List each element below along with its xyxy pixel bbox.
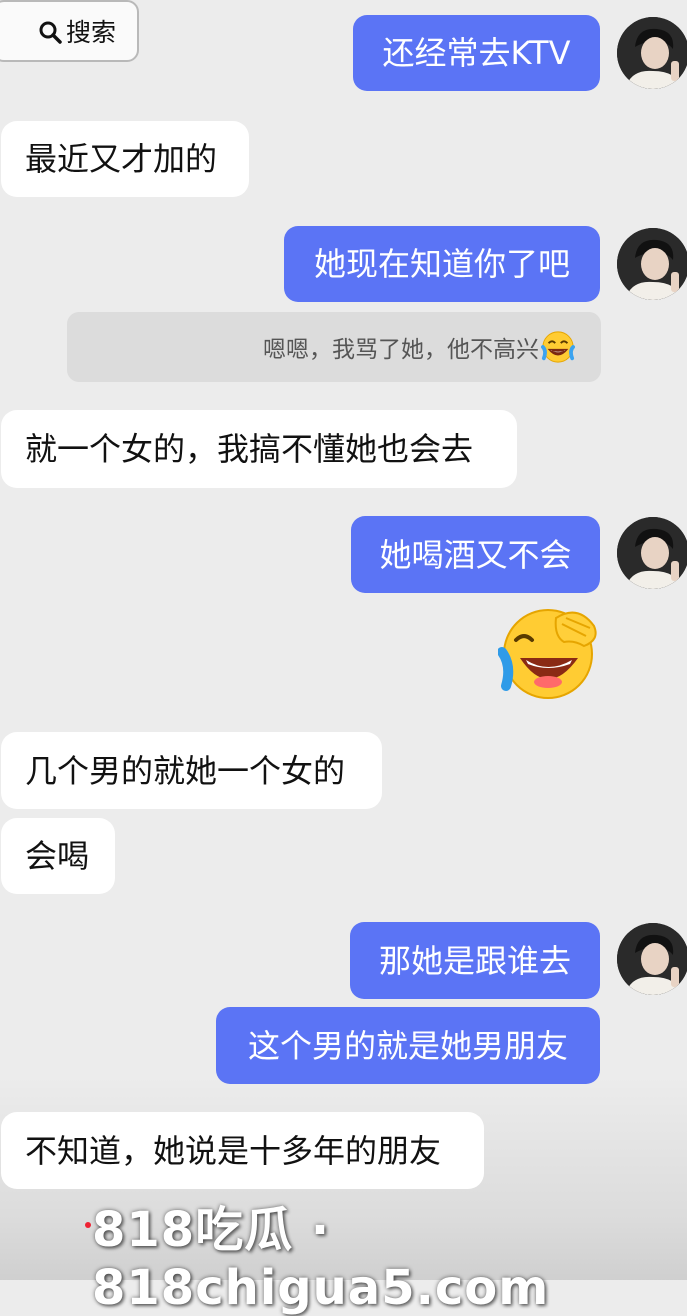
search-icon	[39, 21, 62, 44]
avatar[interactable]	[617, 17, 687, 89]
avatar-image	[617, 517, 687, 589]
avatar[interactable]	[617, 228, 687, 300]
search-button[interactable]: 搜索	[0, 0, 139, 62]
quoted-message[interactable]: 嗯嗯，我骂了她，他不高兴	[67, 312, 601, 382]
message-text: 就一个女的，我搞不懂她也会去	[25, 430, 474, 468]
message-outgoing[interactable]: 还经常去KTV	[353, 15, 600, 91]
message-text: 几个男的就她一个女的	[25, 751, 346, 790]
watermark: 818吃瓜 · 818chigua5.com	[92, 1202, 550, 1316]
message-text: 不知道，她说是十多年的朋友	[25, 1131, 442, 1170]
message-incoming[interactable]: 最近又才加的	[1, 121, 249, 197]
avatar[interactable]	[617, 517, 687, 589]
message-text: 会喝	[25, 837, 90, 875]
message-incoming[interactable]: 几个男的就她一个女的	[1, 732, 382, 809]
message-outgoing[interactable]: 她现在知道你了吧	[284, 226, 600, 302]
message-incoming[interactable]: 会喝	[1, 818, 115, 894]
message-text: 她现在知道你了吧	[313, 245, 570, 283]
avatar-image	[617, 17, 687, 89]
message-incoming[interactable]: 不知道，她说是十多年的朋友	[1, 1112, 484, 1189]
message-outgoing[interactable]: 她喝酒又不会	[351, 516, 600, 593]
message-outgoing[interactable]: 这个男的就是她男朋友	[216, 1007, 600, 1084]
avatar[interactable]	[617, 923, 687, 995]
message-incoming[interactable]: 就一个女的，我搞不懂她也会去	[1, 410, 517, 488]
avatar-image	[617, 228, 687, 300]
avatar-image	[617, 923, 687, 995]
tears-of-joy-emoji-icon[interactable]	[498, 600, 602, 702]
message-text: 她喝酒又不会	[379, 535, 572, 574]
search-label: 搜索	[66, 18, 117, 47]
watermark-dot	[85, 1222, 91, 1228]
message-text: 那她是跟谁去	[378, 941, 571, 980]
message-text: 这个男的就是她男朋友	[247, 1026, 568, 1065]
tears-of-joy-emoji-icon	[541, 331, 575, 363]
message-outgoing[interactable]: 那她是跟谁去	[350, 922, 600, 999]
message-text: 还经常去KTV	[382, 34, 571, 72]
quoted-text: 嗯嗯，我骂了她，他不高兴	[263, 337, 539, 363]
message-text: 最近又才加的	[25, 140, 218, 178]
